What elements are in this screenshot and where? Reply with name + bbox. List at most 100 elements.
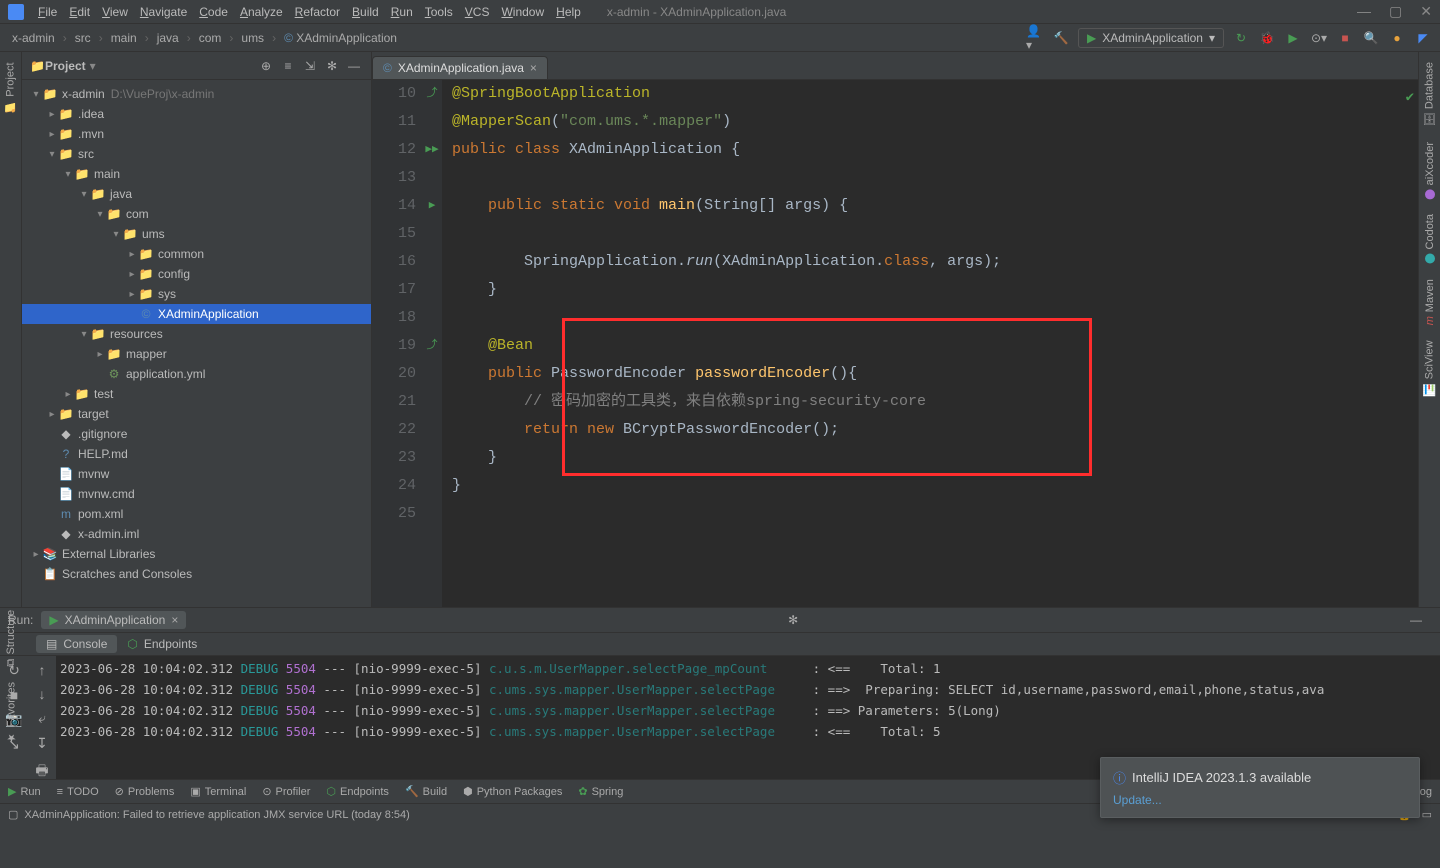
- tree-node[interactable]: ▸📁.idea: [22, 104, 371, 124]
- menu-build[interactable]: Build: [346, 3, 385, 21]
- memory-icon[interactable]: ▭: [1422, 808, 1432, 821]
- maximize-icon[interactable]: ▢: [1389, 3, 1402, 20]
- menu-code[interactable]: Code: [193, 3, 234, 21]
- close-run-tab-icon[interactable]: ×: [171, 613, 178, 627]
- menu-tools[interactable]: Tools: [419, 3, 459, 21]
- tree-node[interactable]: ▸📁target: [22, 404, 371, 424]
- print-icon[interactable]: 🖶: [35, 760, 48, 779]
- project-toolwindow-tab[interactable]: 📁Project: [4, 62, 17, 114]
- tree-node[interactable]: 📄mvnw: [22, 464, 371, 484]
- expand-icon[interactable]: ≡: [279, 59, 297, 73]
- run-bottom-tab[interactable]: ▶Run: [8, 785, 41, 798]
- down-icon[interactable]: ↓: [39, 686, 46, 702]
- gutter-run-icon[interactable]: ▶: [429, 192, 436, 220]
- up-icon[interactable]: ↑: [39, 662, 46, 678]
- menu-analyze[interactable]: Analyze: [234, 3, 289, 21]
- favorites-tab[interactable]: ★Favorites: [5, 682, 18, 744]
- breadcrumb-item[interactable]: java: [153, 31, 183, 45]
- tree-node[interactable]: ◆.gitignore: [22, 424, 371, 444]
- run-settings-icon[interactable]: ✻: [788, 613, 798, 627]
- profiler-icon[interactable]: ⊙▾: [1310, 29, 1328, 47]
- problems-bottom-tab[interactable]: ⊘Problems: [115, 785, 175, 798]
- codota-tab[interactable]: Codota: [1424, 214, 1436, 263]
- tree-node[interactable]: ◆x-admin.iml: [22, 524, 371, 544]
- build-bottom-tab[interactable]: 🔨Build: [405, 785, 447, 798]
- code-area[interactable]: @SpringBootApplication@MapperScan("com.u…: [442, 80, 1418, 607]
- inspection-ok-icon[interactable]: ✔: [1406, 84, 1414, 112]
- gutter-run-icon[interactable]: ⤴: [427, 332, 438, 360]
- scroll-icon[interactable]: ↧: [36, 735, 48, 752]
- sciview-tab[interactable]: 📊SciView: [1423, 340, 1436, 396]
- stop-icon[interactable]: ■: [1336, 29, 1354, 47]
- tree-node[interactable]: ©XAdminApplication: [22, 304, 371, 324]
- tree-node[interactable]: ▾📁resources: [22, 324, 371, 344]
- collapse-icon[interactable]: ⇲: [301, 59, 319, 73]
- menu-file[interactable]: File: [32, 3, 63, 21]
- database-tab[interactable]: 🗄Database: [1423, 62, 1436, 127]
- menu-window[interactable]: Window: [495, 3, 550, 21]
- tree-node[interactable]: ▸📁.mvn: [22, 124, 371, 144]
- structure-tab[interactable]: ⧉Structure: [5, 610, 17, 667]
- hide-icon[interactable]: —: [345, 59, 363, 73]
- debug-icon[interactable]: 🐞: [1258, 29, 1276, 47]
- notification-link[interactable]: Update...: [1113, 793, 1407, 807]
- close-icon[interactable]: ✕: [1420, 3, 1432, 20]
- menu-edit[interactable]: Edit: [63, 3, 96, 21]
- aixcoder-tab[interactable]: aiXcoder: [1424, 142, 1436, 199]
- tree-node[interactable]: ▾📁main: [22, 164, 371, 184]
- menu-vcs[interactable]: VCS: [459, 3, 496, 21]
- settings-icon[interactable]: ✻: [323, 59, 341, 73]
- tree-node[interactable]: ?HELP.md: [22, 444, 371, 464]
- update-notification[interactable]: ⓘIntelliJ IDEA 2023.1.3 available Update…: [1100, 757, 1420, 818]
- toolwindows-icon[interactable]: ▢: [8, 808, 18, 821]
- endpoints-subtab[interactable]: ⬡Endpoints: [117, 635, 207, 653]
- run-tab[interactable]: ▶XAdminApplication×: [41, 611, 186, 629]
- breadcrumb-item[interactable]: src: [71, 31, 95, 45]
- gutter-icons[interactable]: ⤴▶▶▶⤴: [422, 80, 442, 607]
- profiler-bottom-tab[interactable]: ⊙Profiler: [262, 785, 310, 798]
- terminal-bottom-tab[interactable]: ▣Terminal: [190, 785, 246, 798]
- tree-node[interactable]: ⚙application.yml: [22, 364, 371, 384]
- minimize-icon[interactable]: —: [1357, 3, 1371, 20]
- menu-navigate[interactable]: Navigate: [134, 3, 193, 21]
- run-hide-icon[interactable]: —: [1410, 613, 1422, 627]
- coverage-icon[interactable]: ▶: [1284, 29, 1302, 47]
- tree-node[interactable]: ▾📁ums: [22, 224, 371, 244]
- spring-bottom-tab[interactable]: ✿Spring: [578, 785, 623, 798]
- breadcrumb-item[interactable]: com: [195, 31, 226, 45]
- run-icon[interactable]: ↻: [1232, 29, 1250, 47]
- project-tree[interactable]: ▾📁x-adminD:\VueProj\x-admin▸📁.idea▸📁.mvn…: [22, 80, 371, 607]
- hammer-icon[interactable]: 🔨: [1052, 29, 1070, 47]
- tree-node[interactable]: ▸📁mapper: [22, 344, 371, 364]
- tree-node[interactable]: ▾📁java: [22, 184, 371, 204]
- wrap-icon[interactable]: ⤶: [38, 710, 46, 727]
- line-gutter[interactable]: 10111213141516171819202122232425: [372, 80, 422, 607]
- update-icon[interactable]: ◤: [1414, 29, 1432, 47]
- tree-node[interactable]: ▸📁sys: [22, 284, 371, 304]
- tree-node[interactable]: ▾📁x-adminD:\VueProj\x-admin: [22, 84, 371, 104]
- tree-node[interactable]: ▸📚External Libraries: [22, 544, 371, 564]
- tree-node[interactable]: 📋Scratches and Consoles: [22, 564, 371, 584]
- menu-run[interactable]: Run: [385, 3, 419, 21]
- editor-tab[interactable]: © XAdminApplication.java ×: [372, 56, 548, 79]
- tree-node[interactable]: ▾📁src: [22, 144, 371, 164]
- maven-tab[interactable]: mMaven: [1424, 279, 1436, 325]
- tree-node[interactable]: mpom.xml: [22, 504, 371, 524]
- tree-node[interactable]: ▾📁com: [22, 204, 371, 224]
- breadcrumb-item[interactable]: ums: [237, 31, 268, 45]
- endpoints-bottom-tab[interactable]: ⬡Endpoints: [326, 785, 389, 798]
- tree-node[interactable]: ▸📁config: [22, 264, 371, 284]
- locate-icon[interactable]: ⊕: [257, 59, 275, 73]
- add-config-icon[interactable]: 👤▾: [1026, 29, 1044, 47]
- todo-bottom-tab[interactable]: ≡TODO: [57, 786, 99, 798]
- menu-view[interactable]: View: [96, 3, 134, 21]
- tree-node[interactable]: ▸📁common: [22, 244, 371, 264]
- run-config-selector[interactable]: ▶ XAdminApplication ▾: [1078, 28, 1224, 48]
- breadcrumb-item[interactable]: © XAdminApplication: [280, 31, 401, 45]
- tree-node[interactable]: 📄mvnw.cmd: [22, 484, 371, 504]
- menu-refactor[interactable]: Refactor: [289, 3, 346, 21]
- console-subtab[interactable]: ▤Console: [36, 635, 117, 653]
- python-bottom-tab[interactable]: ⬢Python Packages: [463, 785, 562, 798]
- menu-help[interactable]: Help: [550, 3, 587, 21]
- tree-node[interactable]: ▸📁test: [22, 384, 371, 404]
